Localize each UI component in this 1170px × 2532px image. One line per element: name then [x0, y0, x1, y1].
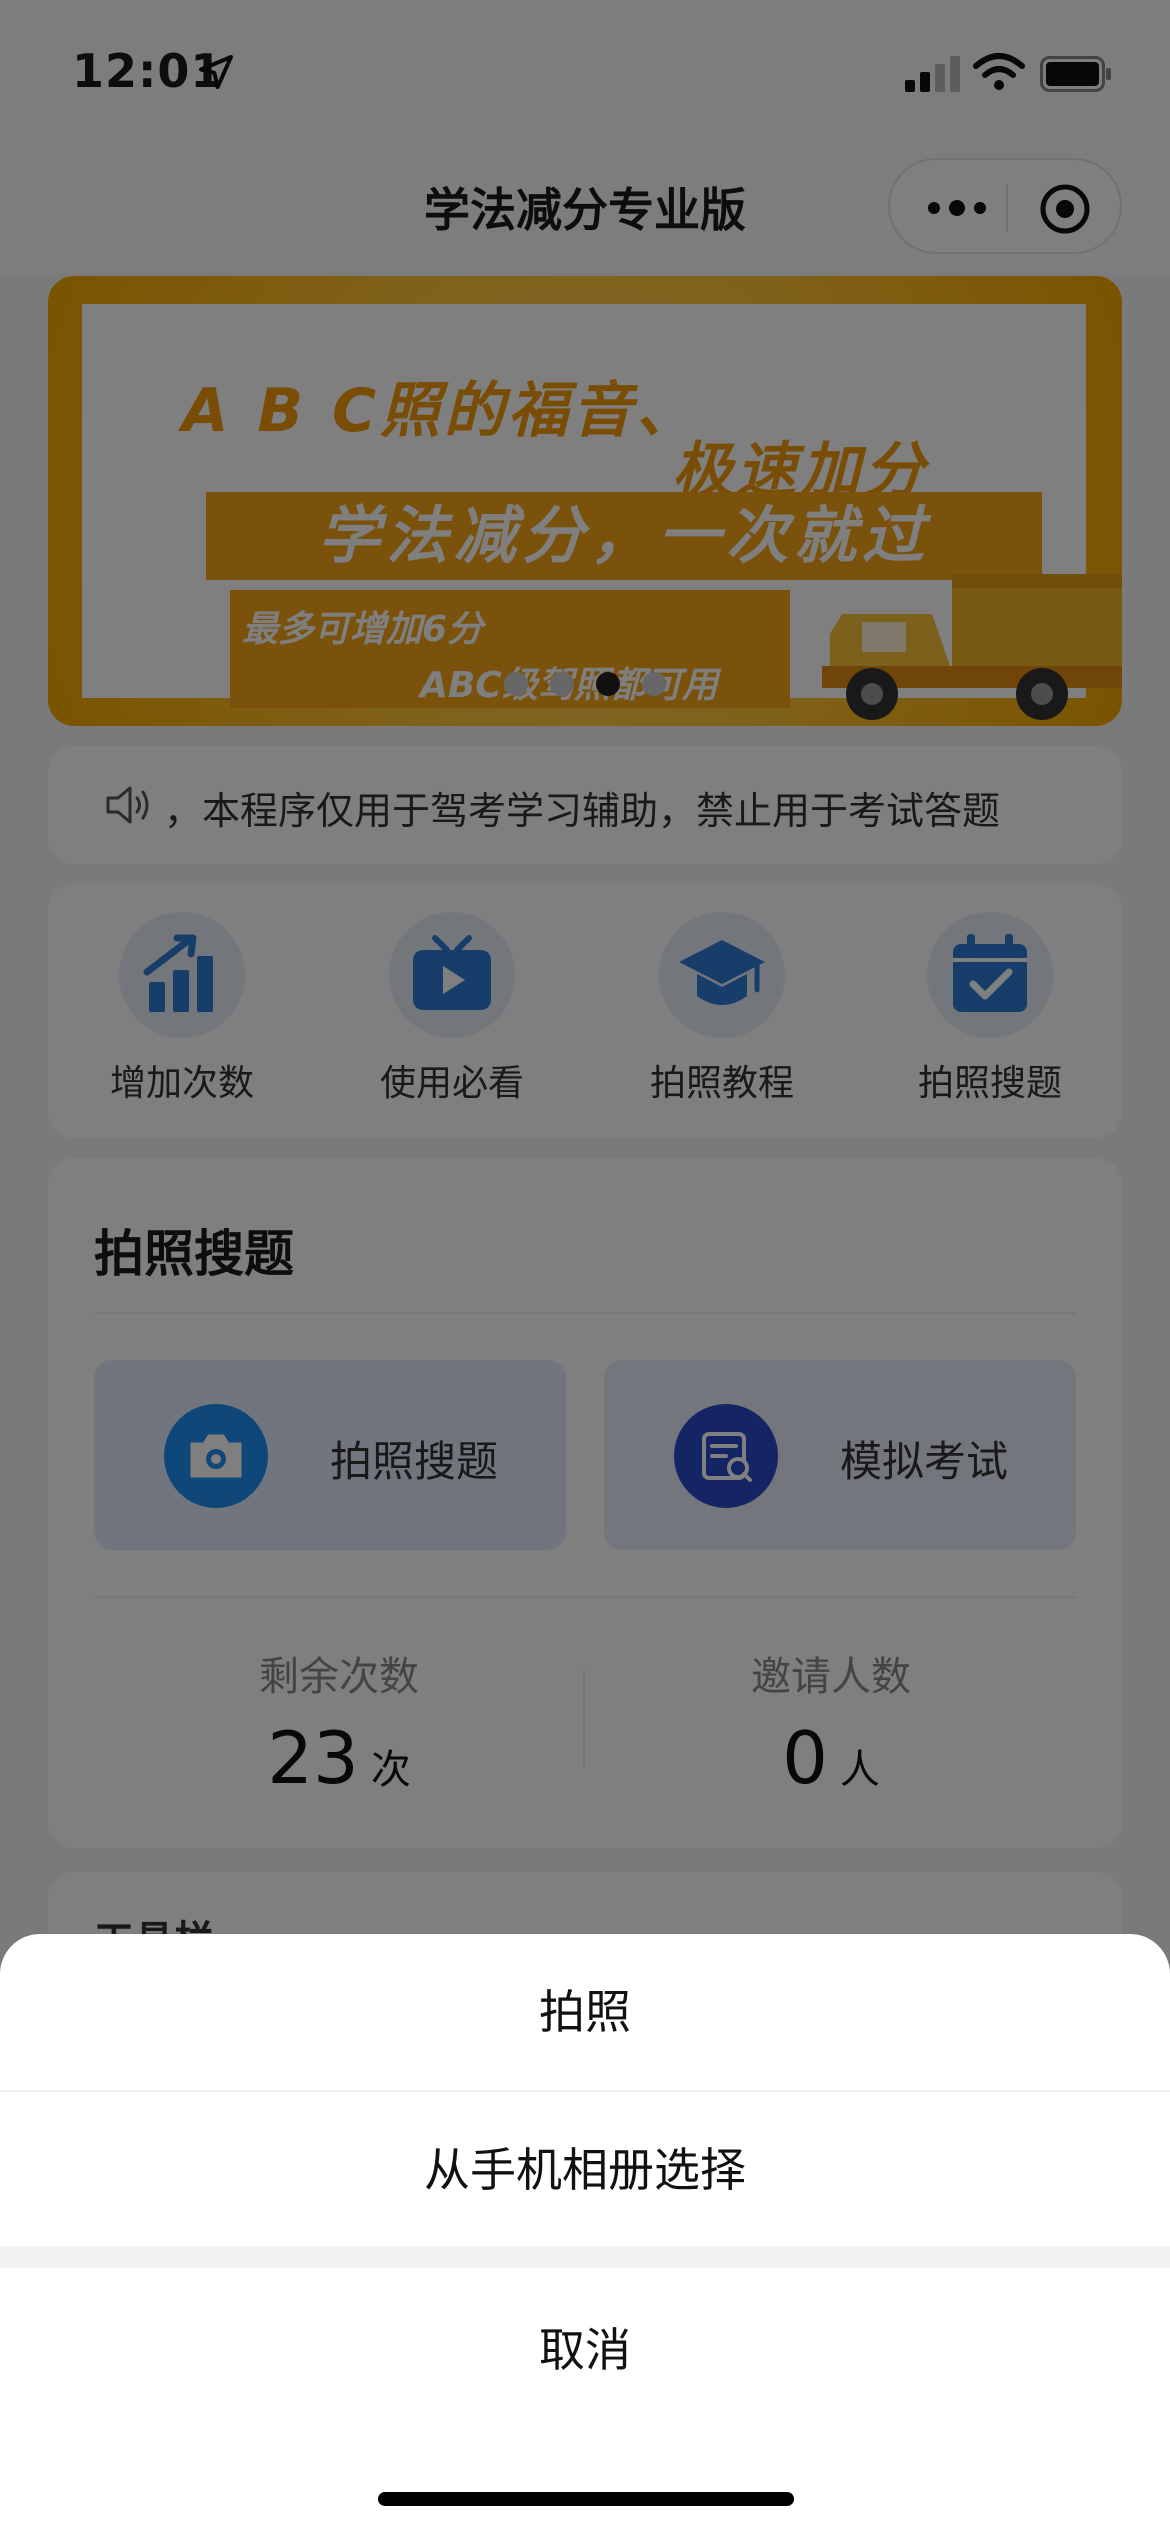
home-indicator[interactable]: [378, 2492, 794, 2506]
action-take-photo[interactable]: 拍照: [0, 1934, 1170, 2090]
action-choose-from-album[interactable]: 从手机相册选择: [0, 2090, 1170, 2246]
action-sheet-gap: [0, 2246, 1170, 2268]
action-cancel[interactable]: 取消: [0, 2268, 1170, 2432]
mini-program-page: 12:01 学法减分专业版: [0, 0, 1170, 2532]
action-sheet: 拍照 从手机相册选择 取消: [0, 1934, 1170, 2532]
